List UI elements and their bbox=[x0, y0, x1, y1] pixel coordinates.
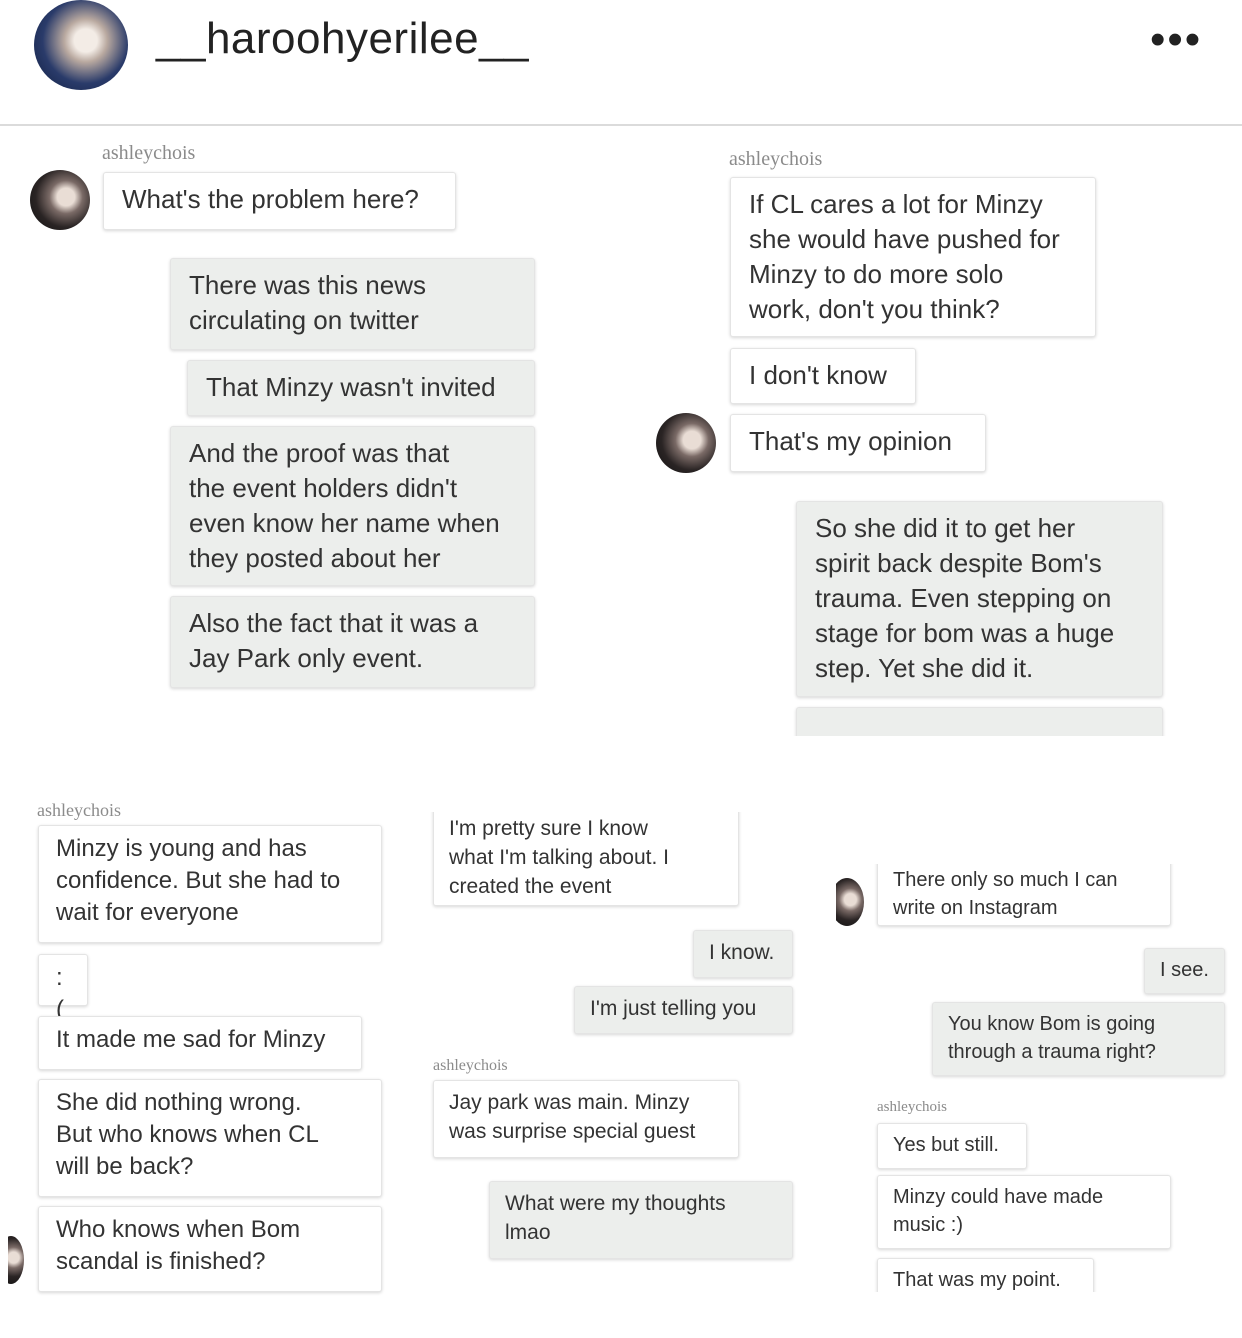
sender-avatar bbox=[656, 413, 716, 473]
username[interactable]: __haroohyerilee__ bbox=[156, 14, 529, 64]
chat-message: Minzy could have made music :) bbox=[877, 1175, 1171, 1249]
chat-message: That's my opinion bbox=[730, 414, 986, 472]
chat-message: :( bbox=[38, 954, 88, 1023]
chat-message: Minzy is young and has confidence. But s… bbox=[38, 825, 382, 943]
chat-screenshot-1: ashleychois What's the problem here? The… bbox=[20, 136, 580, 706]
chat-screenshot-4: I'm pretty sure I know what I'm talking … bbox=[420, 812, 810, 1268]
sender-avatar bbox=[30, 170, 90, 230]
sender-name: ashleychois bbox=[102, 142, 196, 164]
sender-avatar bbox=[8, 1236, 24, 1284]
sender-name: ashleychois bbox=[877, 1099, 947, 1115]
post-header: __haroohyerilee__ ••• bbox=[0, 0, 1242, 126]
chat-message: I see. bbox=[1144, 948, 1225, 994]
chat-message: If CL cares a lot for Minzy she would ha… bbox=[730, 177, 1096, 337]
sender-name: ashleychois bbox=[433, 1057, 508, 1074]
sender-name: ashleychois bbox=[37, 800, 121, 820]
chat-screenshot-2: ashleychois If CL cares a lot for Minzy … bbox=[640, 140, 1180, 736]
chat-message: There was this news circulating on twitt… bbox=[170, 258, 535, 350]
chat-message: There only so much I can write on Instag… bbox=[877, 864, 1171, 926]
chat-message bbox=[796, 707, 1163, 736]
chat-message: What were my thoughts lmao bbox=[489, 1181, 793, 1259]
chat-message: I'm pretty sure I know what I'm talking … bbox=[433, 812, 739, 906]
chat-message: I know. bbox=[693, 930, 793, 978]
chat-message: That was my point. bbox=[877, 1258, 1094, 1292]
chat-message: Yes but still. bbox=[877, 1123, 1027, 1169]
chat-message: Also the fact that it was a Jay Park onl… bbox=[170, 596, 535, 688]
chat-message: So she did it to get her spirit back des… bbox=[796, 501, 1163, 697]
chat-message: That Minzy wasn't invited bbox=[187, 360, 535, 416]
sender-avatar bbox=[836, 878, 864, 926]
chat-message: I don't know bbox=[730, 348, 916, 404]
chat-message: I'm just telling you bbox=[574, 986, 793, 1034]
chat-message: Jay park was main. Minzy was surprise sp… bbox=[433, 1080, 739, 1158]
chat-screenshot-3: ashleychois Minzy is young and has confi… bbox=[8, 796, 400, 1296]
chat-screenshot-5: There only so much I can write on Instag… bbox=[836, 864, 1234, 1292]
more-options-icon[interactable]: ••• bbox=[1150, 18, 1202, 62]
chat-message: You know Bom is going through a trauma r… bbox=[932, 1002, 1225, 1076]
chat-message: What's the problem here? bbox=[103, 172, 456, 230]
profile-avatar[interactable] bbox=[34, 0, 128, 90]
chat-message: It made me sad for Minzy bbox=[38, 1016, 362, 1070]
sender-name: ashleychois bbox=[729, 148, 823, 170]
chat-message: She did nothing wrong. But who knows whe… bbox=[38, 1079, 382, 1197]
chat-message: And the proof was that the event holders… bbox=[170, 426, 535, 586]
chat-message: Who knows when Bom scandal is finished? bbox=[38, 1206, 382, 1292]
